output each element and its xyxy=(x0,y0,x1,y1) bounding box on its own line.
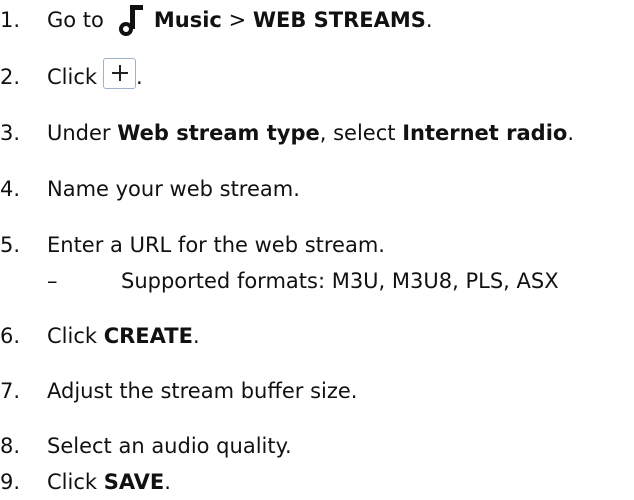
step-number: 9. xyxy=(0,470,21,494)
step-number: 1. xyxy=(0,8,21,32)
sub-item-formats: – Supported formats: M3U, M3U8, PLS, ASX xyxy=(47,263,559,299)
step-7: 7. Adjust the stream buffer size. xyxy=(0,373,634,409)
instruction-list: 1. Go to Music > WEB STREAMS . 2. Click xyxy=(0,0,634,500)
button-save-label: SAVE xyxy=(103,470,165,494)
separator: > xyxy=(221,8,253,32)
step-text: Select an audio quality. xyxy=(47,434,292,458)
step-4: 4. Name your web stream. xyxy=(0,171,634,207)
step-number: 3. xyxy=(0,121,21,145)
step-text: Name your web stream. xyxy=(47,177,300,201)
step-number: 5. xyxy=(0,233,21,257)
step-number: 6. xyxy=(0,324,21,348)
menu-web-streams: WEB STREAMS xyxy=(252,8,426,32)
button-create-label: CREATE xyxy=(103,324,193,348)
step-6: 6. Click CREATE . xyxy=(0,324,200,348)
step-2: 2. Click . xyxy=(0,57,634,95)
step-text: Enter a URL for the web stream. xyxy=(47,233,385,257)
bullet-dash: – xyxy=(47,269,58,293)
step-8: 8. Select an audio quality. xyxy=(0,428,634,464)
step-number: 4. xyxy=(0,177,21,201)
menu-music: Music xyxy=(153,8,222,32)
step-text: Go to xyxy=(47,8,104,32)
step-3: 3. Under Web stream type , select Intern… xyxy=(0,121,575,145)
music-note-icon xyxy=(114,2,144,38)
step-number: 7. xyxy=(0,379,21,403)
step-text: Adjust the stream buffer size. xyxy=(47,379,358,403)
sub-item-text: Supported formats: M3U, M3U8, PLS, ASX xyxy=(121,269,559,293)
step-5: 5. Enter a URL for the web stream. xyxy=(0,227,634,263)
step-text: Click xyxy=(47,65,98,89)
step-number: 2. xyxy=(0,65,21,89)
plus-icon xyxy=(103,57,137,89)
option-internet-radio: Internet radio xyxy=(402,121,568,145)
step-1: 1. Go to Music > WEB STREAMS . xyxy=(0,2,634,38)
step-9: 9. Click SAVE . xyxy=(0,470,171,494)
field-web-stream-type: Web stream type xyxy=(117,121,320,145)
step-number: 8. xyxy=(0,434,21,458)
